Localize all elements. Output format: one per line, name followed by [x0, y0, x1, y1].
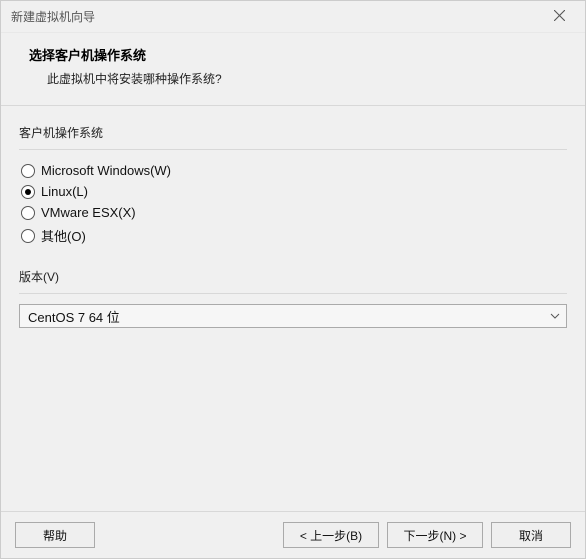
button-label: < 上一步(B)	[300, 527, 362, 544]
divider	[19, 149, 567, 150]
version-select-value: CentOS 7 64 位	[28, 307, 120, 326]
wizard-footer: 帮助 < 上一步(B) 下一步(N) > 取消	[1, 511, 585, 558]
radio-label: VMware ESX(X)	[41, 205, 136, 220]
os-option-vmware-esx[interactable]: VMware ESX(X)	[21, 202, 565, 223]
wizard-body: 客户机操作系统 Microsoft Windows(W) Linux(L) VM…	[1, 106, 585, 511]
cancel-button[interactable]: 取消	[491, 522, 571, 548]
radio-label: Microsoft Windows(W)	[41, 163, 171, 178]
radio-icon	[21, 206, 35, 220]
os-radio-group: Microsoft Windows(W) Linux(L) VMware ESX…	[19, 160, 567, 254]
window-title: 新建虚拟机向导	[11, 8, 95, 25]
os-option-windows[interactable]: Microsoft Windows(W)	[21, 160, 565, 181]
titlebar: 新建虚拟机向导	[1, 1, 585, 33]
os-group-label: 客户机操作系统	[19, 124, 567, 141]
version-select[interactable]: CentOS 7 64 位	[19, 304, 567, 328]
radio-label: 其他(O)	[41, 226, 86, 245]
radio-icon	[21, 164, 35, 178]
os-option-other[interactable]: 其他(O)	[21, 223, 565, 248]
close-icon	[554, 10, 565, 24]
divider	[19, 293, 567, 294]
radio-icon	[21, 229, 35, 243]
page-subtitle: 此虚拟机中将安装哪种操作系统?	[29, 70, 557, 87]
button-label: 帮助	[43, 527, 67, 544]
next-button[interactable]: 下一步(N) >	[387, 522, 483, 548]
wizard-header: 选择客户机操作系统 此虚拟机中将安装哪种操作系统?	[1, 33, 585, 106]
radio-icon	[21, 185, 35, 199]
os-option-linux[interactable]: Linux(L)	[21, 181, 565, 202]
wizard-window: 新建虚拟机向导 选择客户机操作系统 此虚拟机中将安装哪种操作系统? 客户机操作系…	[0, 0, 586, 559]
version-group-label: 版本(V)	[19, 268, 567, 285]
button-label: 下一步(N) >	[403, 527, 466, 544]
back-button[interactable]: < 上一步(B)	[283, 522, 379, 548]
page-title: 选择客户机操作系统	[29, 45, 557, 64]
close-button[interactable]	[539, 3, 579, 31]
radio-label: Linux(L)	[41, 184, 88, 199]
help-button[interactable]: 帮助	[15, 522, 95, 548]
button-label: 取消	[519, 527, 543, 544]
chevron-down-icon	[550, 311, 560, 321]
